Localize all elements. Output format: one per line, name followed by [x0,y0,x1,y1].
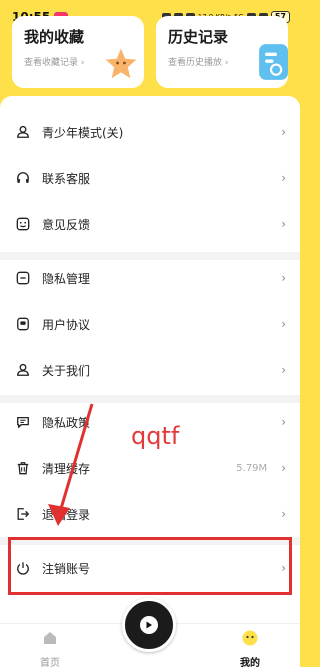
menu-customer-service[interactable]: 联系客服 › [0,155,300,201]
customer-service-label: 联系客服 [42,171,91,186]
user-agreement-label: 用户协议 [42,317,91,332]
chevron-right-icon: › [281,317,286,331]
top-cards: 我的收藏 查看收藏记录 › 历史记录 查看历史播放 › [12,16,288,88]
chevron-right-icon: › [281,415,286,429]
headset-icon [17,172,29,183]
chevron-right-icon: › [281,507,286,521]
chevron-right-icon: › [281,363,286,377]
privacy-manage-label: 隐私管理 [42,271,91,286]
nav-home-label: 首页 [40,658,60,667]
annotation-arrow [48,403,94,526]
history-icon [259,44,288,80]
nav-mine-label: 我的 [240,658,260,667]
annotation-text: qqtf [131,422,180,450]
chevron-right-icon: › [281,461,286,475]
favorites-title: 我的收藏 [24,28,85,46]
nav-home[interactable]: 首页 [20,630,80,667]
chevron-right-icon: › [281,271,286,285]
chat-icon [17,416,29,428]
feedback-icon [16,217,30,231]
smiley-icon [242,630,258,646]
about-us-label: 关于我们 [42,363,91,378]
cache-size: 5.79M [236,462,268,474]
history-card[interactable]: 历史记录 查看历史播放 › [156,16,288,88]
youth-mode-label: 青少年模式(关) [42,125,124,140]
chevron-right-icon: › [281,125,286,139]
menu-user-agreement[interactable]: 用户协议 › [0,301,300,347]
home-icon [44,632,56,644]
chevron-right-icon: › [281,171,286,185]
annotation-highlight-box [8,537,292,595]
nav-mine[interactable]: 我的 [220,630,280,667]
trash-icon [17,462,29,475]
menu-privacy-manage[interactable]: 隐私管理 › [0,255,300,301]
menu-feedback[interactable]: 意见反馈 › [0,201,300,247]
menu-youth-mode[interactable]: 青少年模式(关) › [0,109,300,155]
now-playing-disc-button[interactable] [122,598,176,652]
logout-icon [17,508,30,520]
minus-square-icon [16,271,30,285]
favorites-card[interactable]: 我的收藏 查看收藏记录 › [12,16,144,88]
chevron-right-icon: › [281,217,286,231]
feedback-label: 意见反馈 [42,217,91,232]
menu-about-us[interactable]: 关于我们 › [0,347,300,393]
star-icon [105,48,137,79]
user-icon [17,363,29,376]
user-icon [17,125,29,138]
play-icon [140,616,158,634]
document-icon [17,317,29,331]
